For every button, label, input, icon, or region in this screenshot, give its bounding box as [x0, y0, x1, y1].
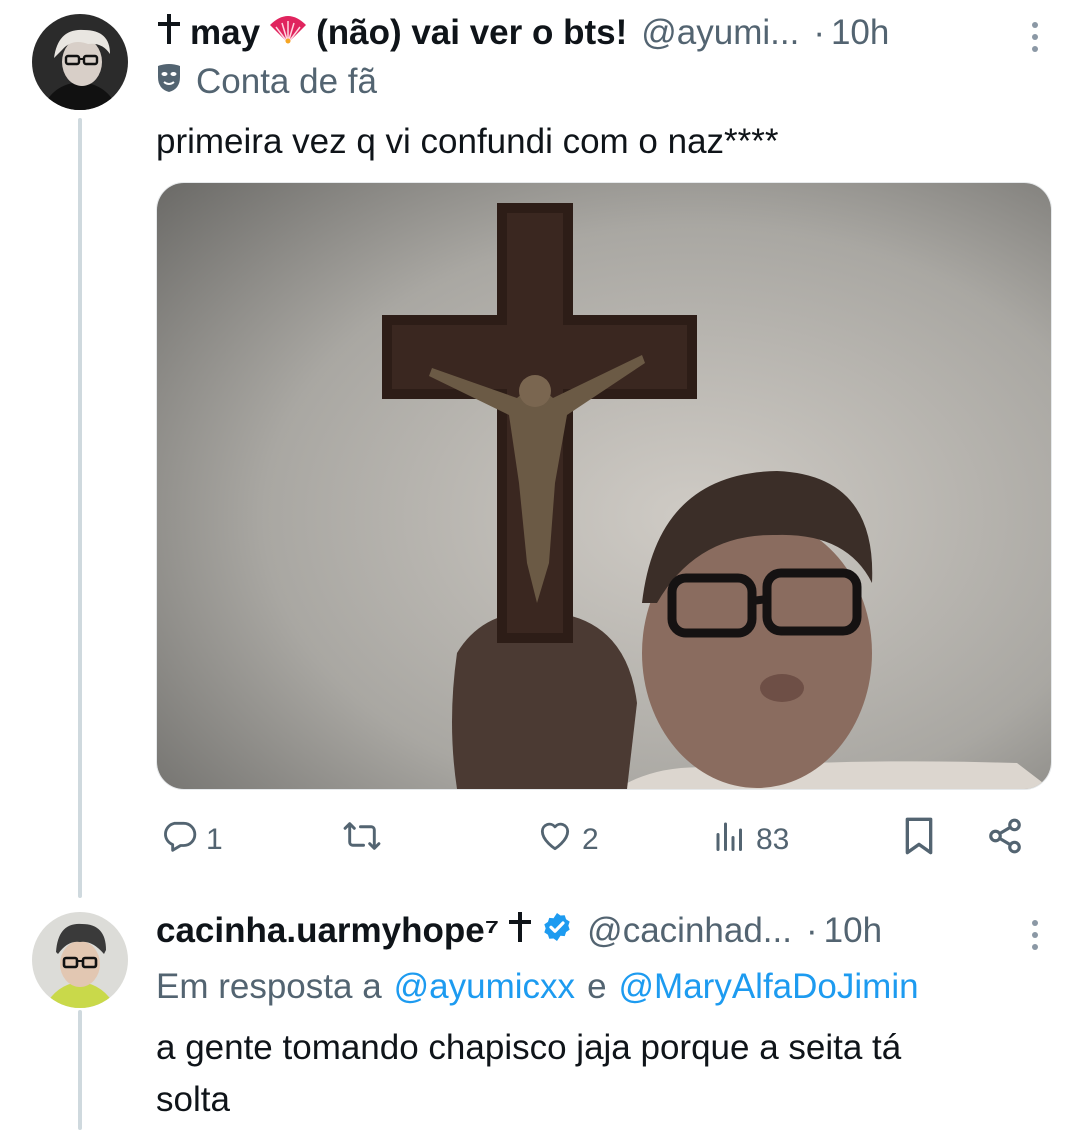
tweet-header: cacinha.uarmyhope⁷ @cacinhad... · 10h [156, 906, 882, 956]
display-name[interactable]: may (não) vai ver o bts! [156, 12, 627, 55]
retweet-icon [342, 817, 382, 863]
retweet-button[interactable] [342, 812, 382, 868]
like-button[interactable]: 2 [536, 812, 599, 868]
views-button[interactable]: 83 [712, 812, 789, 868]
thread-line-continued [78, 1010, 82, 1130]
reply-icon [160, 817, 198, 863]
fan-icon [268, 13, 308, 54]
verified-icon [541, 911, 573, 952]
like-count: 2 [582, 823, 599, 856]
reply-count: 1 [206, 823, 223, 856]
cross-icon [507, 910, 533, 953]
tweet-image[interactable] [156, 182, 1052, 790]
tweet-actions: 1 2 83 [156, 812, 1036, 868]
views-icon [712, 817, 748, 863]
mention-link[interactable]: @ayumicxx [394, 967, 575, 1007]
avatar[interactable] [32, 912, 128, 1008]
timestamp[interactable]: 10h [831, 13, 889, 53]
separator-dot: · [805, 911, 818, 950]
fan-account-label: Conta de fã [156, 60, 377, 104]
handle[interactable]: @ayumi... [641, 13, 799, 53]
share-icon [986, 817, 1024, 863]
views-count: 83 [756, 823, 790, 856]
display-name[interactable]: cacinha.uarmyhope⁷ [156, 910, 573, 953]
cross-icon [156, 12, 182, 55]
tweet-text: a gente tomando chapisco jaja porque a s… [156, 1028, 902, 1119]
avatar[interactable] [32, 14, 128, 110]
handle[interactable]: @cacinhad... [587, 911, 792, 951]
bookmark-button[interactable] [902, 812, 936, 868]
more-icon[interactable] [1030, 920, 1040, 950]
tweet-header: may (não) vai ver o bts! @ayumi... · 10h [156, 8, 889, 58]
mention-link[interactable]: @MaryAlfaDoJimin [619, 967, 919, 1007]
like-icon [536, 817, 574, 863]
bookmark-icon [902, 816, 936, 864]
tweet-text: primeira vez q vi confundi com o naz**** [156, 122, 779, 161]
separator-dot: · [813, 13, 825, 52]
reply-button[interactable]: 1 [160, 812, 223, 868]
reply-context: Em resposta a @ayumicxx e @MaryAlfaDoJim… [156, 967, 919, 1007]
share-button[interactable] [986, 812, 1024, 868]
thread-line [78, 118, 82, 898]
mask-icon [156, 62, 182, 102]
timestamp[interactable]: 10h [824, 911, 882, 951]
more-icon[interactable] [1030, 22, 1040, 52]
